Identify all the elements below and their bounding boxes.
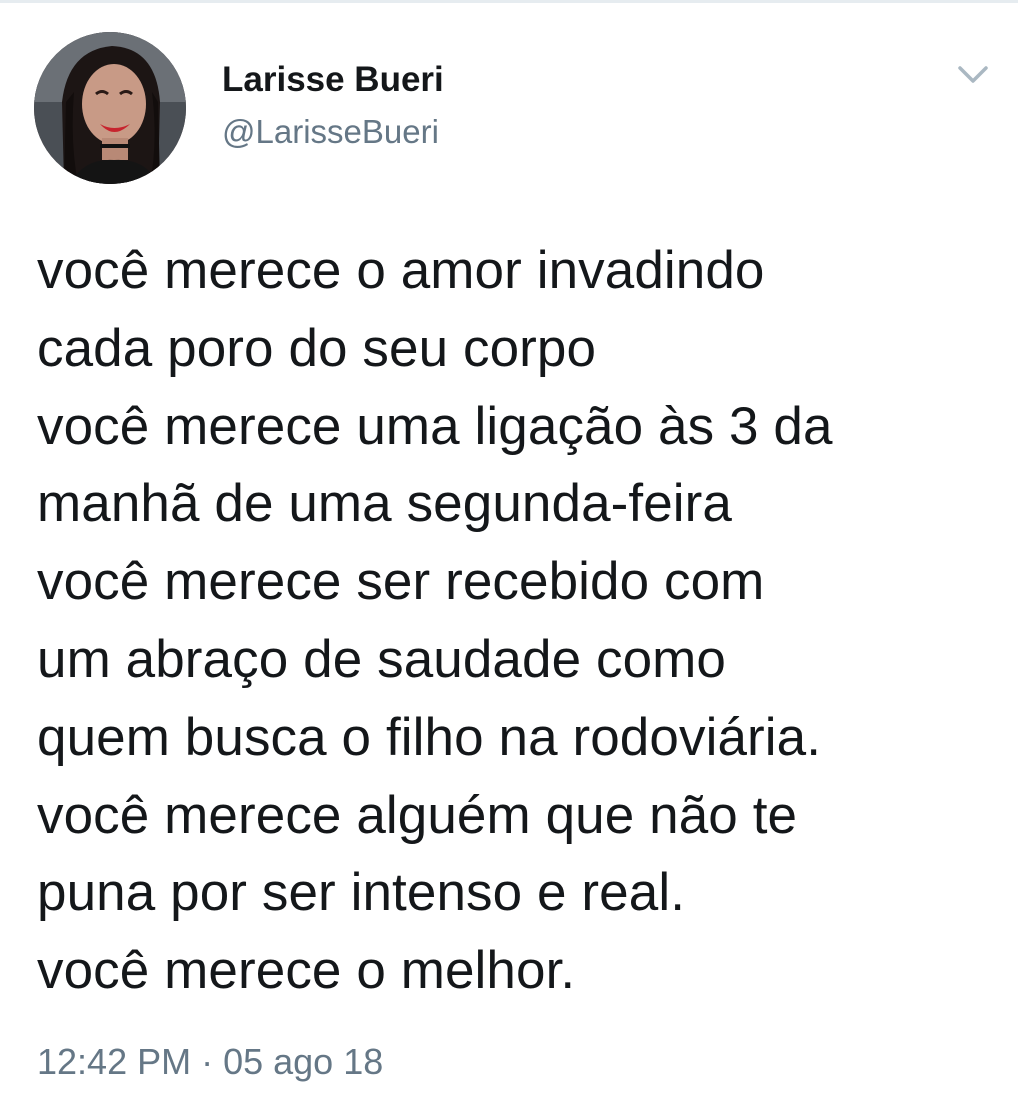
- tweet-card: Larisse Bueri @LarisseBueri você merece …: [0, 0, 1018, 1120]
- top-divider: [0, 0, 1018, 3]
- avatar[interactable]: [34, 32, 186, 184]
- tweet-text: você merece o amor invadindo cada poro d…: [37, 241, 833, 1001]
- username-handle[interactable]: @LarisseBueri: [222, 112, 444, 152]
- chevron-down-icon[interactable]: [955, 60, 991, 88]
- avatar-photo: [34, 32, 186, 184]
- tweet-author[interactable]: Larisse Bueri @LarisseBueri: [222, 58, 444, 152]
- display-name[interactable]: Larisse Bueri: [222, 58, 444, 102]
- tweet-timestamp[interactable]: 12:42 PM · 05 ago 18: [37, 1038, 383, 1086]
